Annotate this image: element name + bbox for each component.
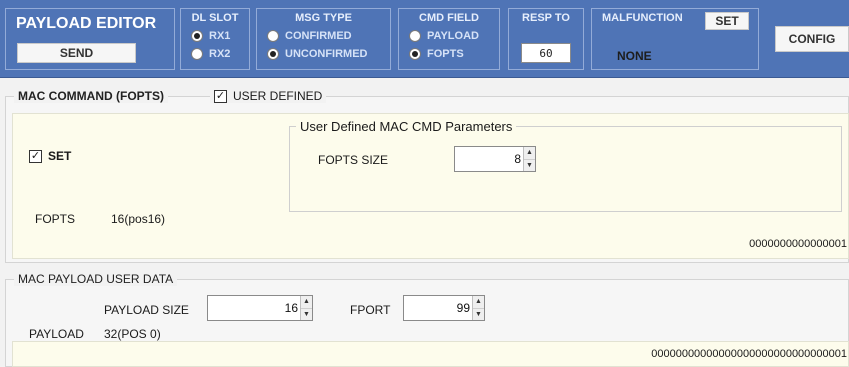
- fport-spinner[interactable]: ▲ ▼: [472, 296, 484, 320]
- radio-rx1[interactable]: RX1: [191, 30, 230, 42]
- fport-label: FPORT: [350, 303, 391, 317]
- radio-payload-label: PAYLOAD: [427, 30, 479, 42]
- fport-value: 99: [456, 301, 470, 315]
- cmd-field-group: CMD FIELD PAYLOAD FOPTS: [398, 8, 500, 70]
- payload-size-spinner[interactable]: ▲ ▼: [300, 296, 312, 320]
- malfunction-title: MALFUNCTION: [602, 12, 683, 24]
- radio-rx2-label: RX2: [209, 48, 231, 60]
- spin-up-icon[interactable]: ▲: [524, 147, 535, 160]
- fopts-size-input[interactable]: 8 ▲ ▼: [454, 146, 536, 172]
- mac-payload-title: MAC PAYLOAD USER DATA: [14, 272, 178, 286]
- app-title: PAYLOAD EDITOR: [16, 15, 157, 32]
- config-button[interactable]: CONFIG: [775, 26, 849, 52]
- spin-up-icon[interactable]: ▲: [473, 296, 484, 309]
- cmd-field-title: CMD FIELD: [419, 12, 479, 24]
- mac-cmd-params-group: [289, 126, 842, 212]
- spin-down-icon[interactable]: ▼: [301, 308, 312, 320]
- resp-to-group: RESP TO 60: [508, 8, 584, 70]
- malfunction-value: NONE: [617, 49, 652, 63]
- msg-type-group: MSG TYPE CONFIRMED UNCONFIRMED: [256, 8, 391, 70]
- send-button[interactable]: SEND: [17, 43, 136, 63]
- radio-unconfirmed-indicator: [267, 48, 279, 60]
- malfunction-set-button[interactable]: SET: [705, 12, 749, 30]
- radio-payload[interactable]: PAYLOAD: [409, 30, 479, 42]
- radio-unconfirmed[interactable]: UNCONFIRMED: [267, 48, 368, 60]
- dl-slot-title: DL SLOT: [191, 12, 239, 24]
- spin-down-icon[interactable]: ▼: [524, 159, 535, 171]
- user-defined-checkbox[interactable]: ✓ USER DEFINED: [210, 89, 327, 103]
- resp-to-input[interactable]: 60: [521, 43, 571, 63]
- mac-cmd-params-title: User Defined MAC CMD Parameters: [296, 119, 517, 134]
- radio-rx1-indicator: [191, 30, 203, 42]
- fopts-size-value: 8: [514, 152, 521, 166]
- radio-fopts[interactable]: FOPTS: [409, 48, 464, 60]
- toolbar: PAYLOAD EDITOR SEND DL SLOT RX1 RX2 MSG …: [0, 0, 849, 78]
- user-defined-label: USER DEFINED: [233, 89, 323, 103]
- spin-up-icon[interactable]: ▲: [301, 296, 312, 309]
- payload-size-label: PAYLOAD SIZE: [104, 303, 189, 317]
- payload-size-input[interactable]: 16 ▲ ▼: [207, 295, 313, 321]
- radio-fopts-indicator: [409, 48, 421, 60]
- mac-command-title: MAC COMMAND (FOPTS): [14, 89, 168, 103]
- radio-unconfirmed-label: UNCONFIRMED: [285, 48, 368, 60]
- spin-down-icon[interactable]: ▼: [473, 308, 484, 320]
- set-check-icon: ✓: [29, 149, 42, 163]
- dl-slot-group: DL SLOT RX1 RX2: [180, 8, 250, 70]
- set-checkbox[interactable]: ✓ SET: [29, 149, 71, 163]
- fopts-size-label: FOPTS SIZE: [318, 153, 389, 167]
- resp-to-title: RESP TO: [522, 12, 570, 24]
- radio-confirmed-indicator: [267, 30, 279, 42]
- radio-rx2[interactable]: RX2: [191, 48, 230, 60]
- fopts-info: 16(pos16): [111, 212, 166, 226]
- radio-fopts-label: FOPTS: [427, 48, 464, 60]
- fport-input[interactable]: 99 ▲ ▼: [403, 295, 485, 321]
- radio-rx1-label: RX1: [209, 30, 231, 42]
- msg-type-title: MSG TYPE: [295, 12, 352, 24]
- payload-label: PAYLOAD: [29, 327, 84, 341]
- fopts-hex: 0000000000000001: [749, 238, 847, 250]
- fopts-size-spinner[interactable]: ▲ ▼: [523, 147, 535, 171]
- payload-hex: 00000000000000000000000000000001: [651, 348, 847, 360]
- malfunction-group: MALFUNCTION SET NONE: [591, 8, 759, 70]
- radio-confirmed-label: CONFIRMED: [285, 30, 352, 42]
- user-defined-check-icon: ✓: [214, 89, 227, 103]
- set-label: SET: [48, 149, 72, 163]
- payload-editor-block: PAYLOAD EDITOR SEND: [5, 8, 175, 70]
- payload-info: 32(POS 0): [104, 327, 161, 341]
- radio-rx2-indicator: [191, 48, 203, 60]
- payload-size-value: 16: [284, 301, 298, 315]
- fopts-label: FOPTS: [35, 212, 76, 226]
- radio-confirmed[interactable]: CONFIRMED: [267, 30, 352, 42]
- radio-payload-indicator: [409, 30, 421, 42]
